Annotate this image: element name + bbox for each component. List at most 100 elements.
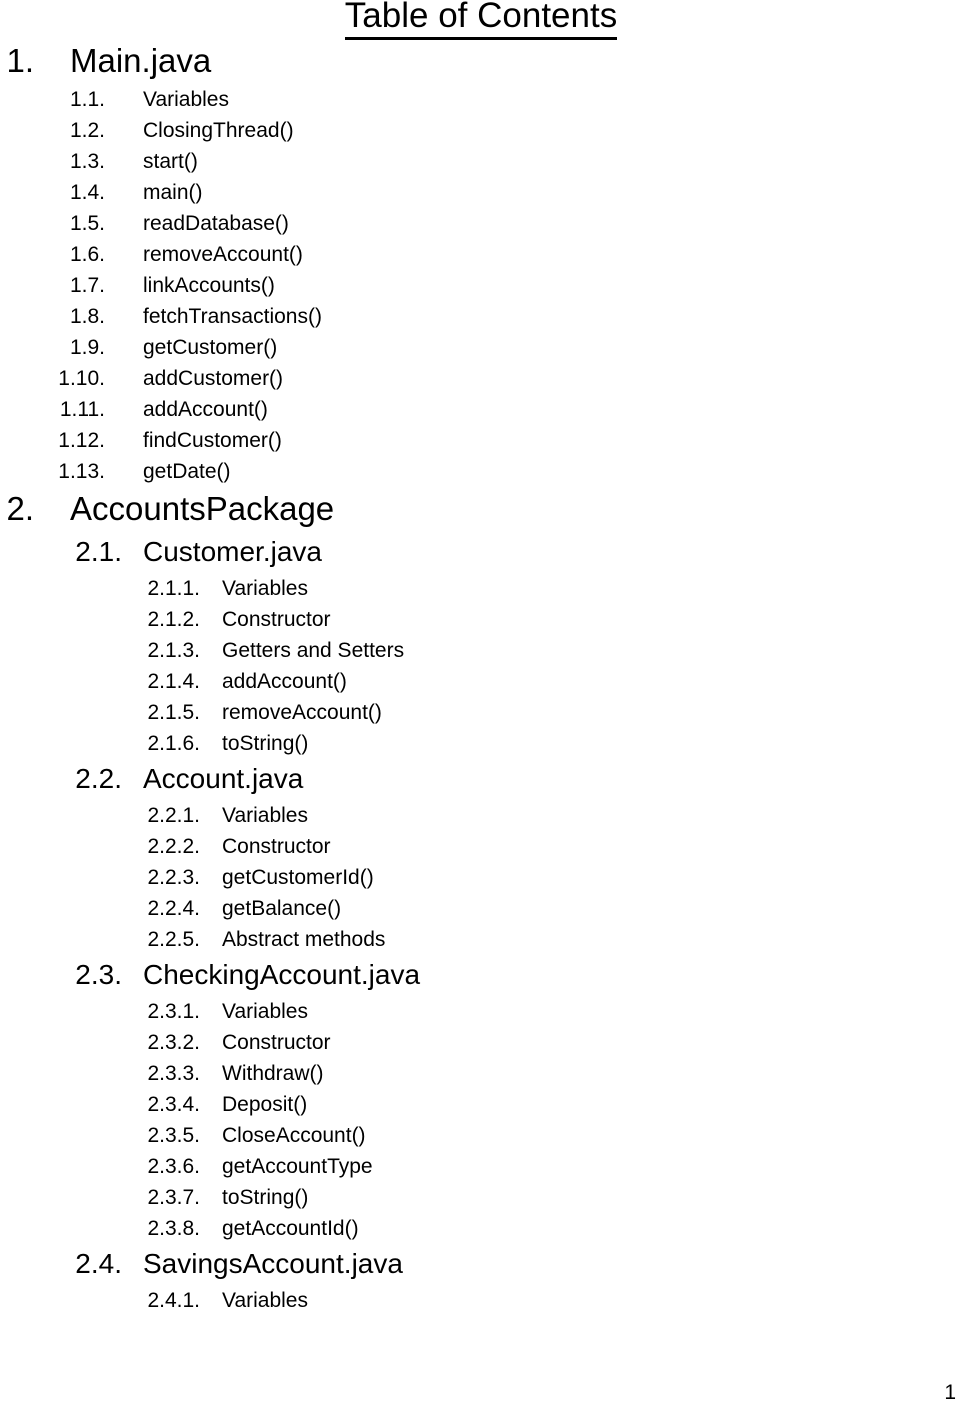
toc-entry-number: 2.2.3. xyxy=(147,866,200,889)
toc-entry-number: 2.3.8. xyxy=(147,1217,200,1240)
toc-entry[interactable]: 2.1.3. Getters and Setters xyxy=(0,636,962,667)
toc-entry[interactable]: 1.3. start() xyxy=(0,147,962,178)
toc-entry-number: 1.12. xyxy=(58,429,105,452)
toc-entry-number: 1.11. xyxy=(59,398,105,421)
toc-entry-number: 1.3. xyxy=(69,150,105,173)
toc-entry-label: ClosingThread() xyxy=(143,119,294,142)
toc-entry-label: main() xyxy=(143,181,203,204)
toc-entry[interactable]: 2.1.1. Variables xyxy=(0,574,962,605)
toc-entry-number: 2.3.5. xyxy=(147,1124,200,1147)
toc-entry[interactable]: 1.11. addAccount() xyxy=(0,395,962,426)
toc-entry-number: 1.4. xyxy=(69,181,105,204)
page-number: 1 xyxy=(944,1381,956,1404)
toc-entry[interactable]: 2.3.1. Variables xyxy=(0,997,962,1028)
toc-entry-number: 2.2. xyxy=(75,763,122,794)
toc-entry-label: readDatabase() xyxy=(143,212,289,235)
toc-entry-label: Variables xyxy=(222,577,308,600)
toc-entry-label: Variables xyxy=(222,1289,308,1312)
toc-entry[interactable]: 2.1.5. removeAccount() xyxy=(0,698,962,729)
toc-entry[interactable]: 1.10. addCustomer() xyxy=(0,364,962,395)
toc-entry-label: Getters and Setters xyxy=(222,639,405,662)
toc-entry-label: CheckingAccount.java xyxy=(143,959,421,990)
toc-entry-number: 2.2.4. xyxy=(147,897,200,920)
toc-entry-label: Constructor xyxy=(222,835,331,858)
toc-entry[interactable]: 2.2.5. Abstract methods xyxy=(0,925,962,956)
toc-entry-number: 2.3.7. xyxy=(147,1186,200,1209)
toc-entry-label: Customer.java xyxy=(143,536,322,567)
toc-entry-number: 1.9. xyxy=(69,336,105,359)
toc-entry-label: Constructor xyxy=(222,1031,331,1054)
toc-entry-label: getCustomerId() xyxy=(222,866,374,889)
toc-entry[interactable]: 1.1. Variables xyxy=(0,85,962,116)
toc-entry[interactable]: 1.13. getDate() xyxy=(0,457,962,488)
toc-entry[interactable]: 2.3. CheckingAccount.java xyxy=(0,956,962,997)
toc-entry[interactable]: 2.2.2. Constructor xyxy=(0,832,962,863)
toc-entry-label: findCustomer() xyxy=(143,429,282,452)
toc-entry-label: addCustomer() xyxy=(143,367,284,390)
toc-entry[interactable]: 2.2. Account.java xyxy=(0,760,962,801)
toc-entry-number: 2.1.4. xyxy=(147,670,200,693)
toc-entry[interactable]: 2.3.2. Constructor xyxy=(0,1028,962,1059)
toc-entry-number: 2.2.2. xyxy=(147,835,200,858)
document-page: Table of Contents 1. Main.java 1.1. Variabl… xyxy=(0,0,962,1407)
toc-entry-label: getCustomer() xyxy=(143,336,278,359)
toc-entry-label: Withdraw() xyxy=(222,1062,324,1085)
toc-entry-number: 2.1. xyxy=(75,536,122,567)
toc-entry-number: 1.5. xyxy=(69,212,105,235)
table-of-contents: 1. Main.java 1.1. Variables 1.2. ClosingThrea… xyxy=(0,40,962,1317)
toc-entry-number: 2.1.3. xyxy=(147,639,200,662)
toc-entry-number: 2.1.1. xyxy=(147,577,200,600)
toc-entry-number: 1.13. xyxy=(58,460,105,483)
toc-entry[interactable]: 2.4.1. Variables xyxy=(0,1286,962,1317)
toc-entry-number: 1.8. xyxy=(69,305,105,328)
toc-entry[interactable]: 1.12. findCustomer() xyxy=(0,426,962,457)
toc-entry[interactable]: 2.3.4. Deposit() xyxy=(0,1090,962,1121)
page-title-text: Table of Contents xyxy=(344,0,618,40)
toc-entry-label: toString() xyxy=(222,732,309,755)
toc-entry[interactable]: 1.6. removeAccount() xyxy=(0,240,962,271)
toc-entry-label: AccountsPackage xyxy=(70,490,335,527)
toc-entry-label: Variables xyxy=(222,804,308,827)
toc-entry[interactable]: 2.3.7. toString() xyxy=(0,1183,962,1214)
toc-entry[interactable]: 2. AccountsPackage xyxy=(0,488,962,533)
toc-entry[interactable]: 1.2. ClosingThread() xyxy=(0,116,962,147)
toc-entry-number: 2.2.5. xyxy=(147,928,200,951)
toc-entry-label: start() xyxy=(143,150,198,173)
toc-entry[interactable]: 1.9. getCustomer() xyxy=(0,333,962,364)
toc-entry-label: Account.java xyxy=(143,763,304,794)
toc-entry[interactable]: 2.1.2. Constructor xyxy=(0,605,962,636)
toc-entry[interactable]: 2.3.5. CloseAccount() xyxy=(0,1121,962,1152)
toc-entry[interactable]: 2.3.8. getAccountId() xyxy=(0,1214,962,1245)
toc-entry[interactable]: 1.7. linkAccounts() xyxy=(0,271,962,302)
toc-entry[interactable]: 2.2.3. getCustomerId() xyxy=(0,863,962,894)
toc-entry[interactable]: 1.8. fetchTransactions() xyxy=(0,302,962,333)
toc-entry-label: toString() xyxy=(222,1186,309,1209)
toc-entry-number: 2.1.2. xyxy=(147,608,200,631)
toc-entry[interactable]: 2.2.1. Variables xyxy=(0,801,962,832)
toc-entry-label: getBalance() xyxy=(222,897,342,920)
toc-entry-label: getDate() xyxy=(143,460,231,483)
toc-entry-number: 2.2.1. xyxy=(147,804,200,827)
toc-entry-number: 2.3.4. xyxy=(147,1093,200,1116)
toc-entry[interactable]: 2.1.4. addAccount() xyxy=(0,667,962,698)
toc-entry[interactable]: 2.1. Customer.java xyxy=(0,533,962,574)
toc-entry[interactable]: 1. Main.java xyxy=(0,40,962,85)
toc-entry-label: getAccountId() xyxy=(222,1217,359,1240)
toc-entry[interactable]: 2.1.6. toString() xyxy=(0,729,962,760)
toc-entry[interactable]: 1.5. readDatabase() xyxy=(0,209,962,240)
toc-entry-number: 1.6. xyxy=(69,243,105,266)
toc-entry[interactable]: 2.3.3. Withdraw() xyxy=(0,1059,962,1090)
toc-entry-number: 2.3. xyxy=(75,959,122,990)
toc-entry-label: CloseAccount() xyxy=(222,1124,366,1147)
toc-entry-number: 1.1. xyxy=(69,88,105,111)
toc-entry[interactable]: 2.2.4. getBalance() xyxy=(0,894,962,925)
toc-entry-label: fetchTransactions() xyxy=(143,305,322,328)
toc-entry-number: 2.4. xyxy=(75,1248,122,1279)
toc-entry[interactable]: 2.4. SavingsAccount.java xyxy=(0,1245,962,1286)
toc-entry-number: 1. xyxy=(6,42,34,79)
toc-entry-label: addAccount() xyxy=(143,398,268,421)
toc-entry-number: 1.2. xyxy=(69,119,105,142)
toc-entry[interactable]: 2.3.6. getAccountType xyxy=(0,1152,962,1183)
page-title: Table of Contents xyxy=(0,0,962,40)
toc-entry[interactable]: 1.4. main() xyxy=(0,178,962,209)
